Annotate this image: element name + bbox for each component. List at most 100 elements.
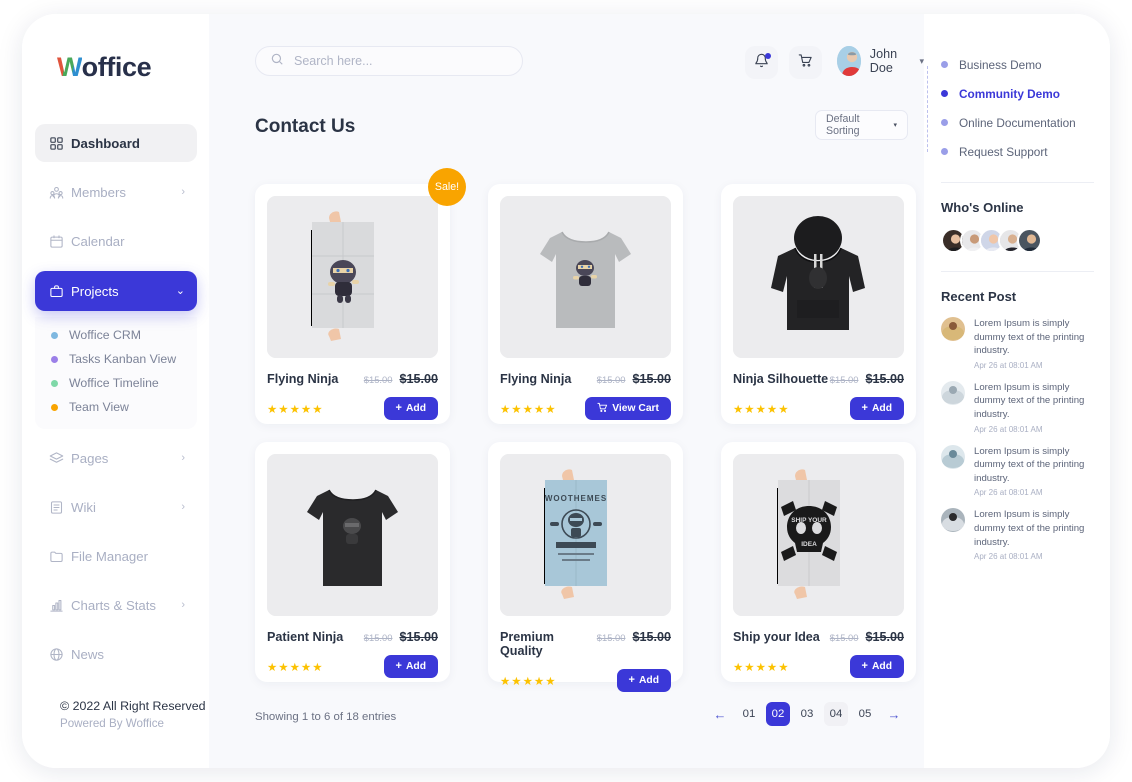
sidebar-item-news[interactable]: News — [35, 635, 197, 673]
sidebar-item-file-manager[interactable]: File Manager — [35, 537, 197, 575]
product-price: $15.00 — [632, 630, 671, 644]
bullet-icon — [51, 331, 58, 339]
post-thumbnail — [941, 380, 965, 405]
bullet-icon — [941, 148, 948, 155]
pagination-next[interactable]: → — [882, 702, 906, 726]
product-info: Ninja Silhouette $15.00 $15.00 — [733, 372, 904, 386]
rating-stars: ★★★★★ — [267, 661, 324, 674]
product-image[interactable]: WOOTHEMES — [500, 454, 671, 616]
sidebar-item-label: Charts & Stats — [71, 597, 157, 613]
product-name: Ship your Idea — [733, 630, 820, 644]
chevron-icon: › — [181, 598, 185, 611]
subnav-item-woffice-crm[interactable]: Woffice CRM — [35, 323, 197, 347]
product-actions: ★★★★★ + Add — [500, 669, 671, 692]
cart-icon — [597, 402, 608, 416]
pagination-page-03[interactable]: 03 — [795, 702, 819, 726]
user-name: John Doe — [869, 47, 898, 75]
subnav-item-team-view[interactable]: Team View — [35, 395, 197, 419]
product-card[interactable]: Flying Ninja $15.00 $15.00 ★★★★★ View Cart — [488, 184, 683, 424]
product-old-price: $15.00 — [363, 632, 393, 643]
cart-icon — [798, 53, 813, 73]
sidebar-item-pages[interactable]: Pages › — [35, 439, 197, 477]
search-input[interactable] — [294, 54, 494, 68]
bottom-bar: Showing 1 to 6 of 18 entries ← 01 02 03 04 05… — [255, 702, 920, 732]
timeline-connector — [926, 66, 928, 152]
sidebar-item-label: Dashboard — [71, 135, 140, 151]
post-body: Lorem Ipsum is simply dummy text of the … — [974, 445, 1094, 498]
folder-icon — [49, 549, 71, 564]
recent-post-item[interactable]: Lorem Ipsum is simply dummy text of the … — [941, 380, 1094, 434]
pagination-page-04[interactable]: 04 — [824, 702, 848, 726]
cart-button[interactable] — [789, 46, 822, 79]
avatar — [837, 46, 861, 76]
product-old-price: $15.00 — [829, 632, 859, 643]
chevron-icon: › — [181, 185, 185, 198]
add-to-cart-button[interactable]: + Add — [383, 397, 438, 420]
add-to-cart-button[interactable]: + Add — [383, 655, 438, 678]
demo-link-business-demo[interactable]: Business Demo — [941, 50, 1094, 79]
button-label: Add — [405, 661, 426, 672]
notifications-button[interactable] — [745, 46, 778, 79]
product-image[interactable]: SHIP YOUR IDEA — [733, 454, 904, 616]
product-price: $15.00 — [865, 372, 904, 386]
product-image[interactable] — [500, 196, 671, 358]
notification-badge — [765, 53, 771, 59]
demo-link-request-support[interactable]: Request Support — [941, 137, 1094, 166]
rating-stars: ★★★★★ — [733, 661, 790, 674]
book-icon — [49, 500, 71, 515]
product-image[interactable] — [267, 454, 438, 616]
sorting-dropdown[interactable]: Default Sorting ▾ — [815, 110, 908, 140]
sidebar-item-dashboard[interactable]: Dashboard — [35, 124, 197, 162]
post-time: Apr 26 at 08:01 AM — [974, 488, 1043, 498]
logo-text: office — [81, 52, 152, 82]
demo-link-online-documentation[interactable]: Online Documentation — [941, 108, 1094, 137]
search-box[interactable] — [255, 46, 523, 76]
bar-chart-icon — [49, 598, 71, 613]
product-price: $15.00 — [399, 630, 438, 644]
add-to-cart-button[interactable]: + Add — [849, 655, 904, 678]
pagination-page-01[interactable]: 01 — [737, 702, 761, 726]
plus-icon: + — [395, 402, 402, 414]
sidebar-item-wiki[interactable]: Wiki › — [35, 488, 197, 526]
recent-post-item[interactable]: Lorem Ipsum is simply dummy text of the … — [941, 508, 1094, 561]
sidebar-nav: Dashboard Members › Calendar Projects ⌄ Woffic… — [35, 124, 197, 676]
add-to-cart-button[interactable]: + Add — [616, 669, 671, 692]
sidebar-item-members[interactable]: Members › — [35, 173, 197, 211]
post-time: Apr 26 at 08:01 AM — [974, 424, 1043, 434]
pagination-prev[interactable]: ← — [708, 702, 732, 726]
recent-post-item[interactable]: Lorem Ipsum is simply dummy text of the … — [941, 444, 1094, 498]
user-menu[interactable]: John Doe ▾ — [837, 46, 924, 76]
product-card[interactable]: WOOTHEMES Premium Quality $15.00 $15.00 ★★★★… — [488, 442, 683, 692]
sidebar-item-charts-stats[interactable]: Charts & Stats › — [35, 586, 197, 624]
recent-post-item[interactable]: Lorem Ipsum is simply dummy text of the … — [941, 317, 1094, 370]
online-avatar[interactable] — [1017, 228, 1042, 253]
post-body: Lorem Ipsum is simply dummy text of the … — [974, 381, 1094, 434]
sidebar-item-calendar[interactable]: Calendar — [35, 222, 197, 260]
product-image[interactable] — [267, 196, 438, 358]
pagination-page-02[interactable]: 02 — [766, 702, 790, 726]
product-info: Flying Ninja $15.00 $15.00 — [500, 372, 671, 386]
plus-icon: + — [628, 674, 635, 686]
subnav-item-woffice-timeline[interactable]: Woffice Timeline — [35, 371, 197, 395]
product-card[interactable]: Sale! Flying Ninja $15.00 $15.00 ★★★★★ + Add — [255, 168, 466, 424]
sidebar-item-projects[interactable]: Projects ⌄ — [35, 271, 197, 311]
product-image[interactable] — [733, 196, 904, 358]
demo-link-community-demo[interactable]: Community Demo — [941, 79, 1094, 108]
sorting-label: Default Sorting — [826, 113, 860, 137]
subnav-item-tasks-kanban-view[interactable]: Tasks Kanban View — [35, 347, 197, 371]
product-card[interactable]: Patient Ninja $15.00 $15.00 ★★★★★ + Add — [255, 442, 450, 682]
product-card[interactable]: SHIP YOUR IDEA Ship your Idea $15.00 $15.00 ★… — [721, 442, 916, 682]
product-card[interactable]: Ninja Silhouette $15.00 $15.00 ★★★★★ + Add — [721, 184, 916, 424]
divider — [941, 271, 1094, 272]
view-cart-button[interactable]: View Cart — [585, 397, 671, 420]
pagination-page-05[interactable]: 05 — [853, 702, 877, 726]
add-to-cart-button[interactable]: + Add — [849, 397, 904, 420]
divider — [941, 182, 1094, 183]
demo-link-label: Request Support — [959, 144, 1048, 159]
app-logo[interactable]: Woffice — [57, 52, 152, 83]
bullet-icon — [51, 355, 58, 363]
grid-icon — [49, 136, 71, 151]
